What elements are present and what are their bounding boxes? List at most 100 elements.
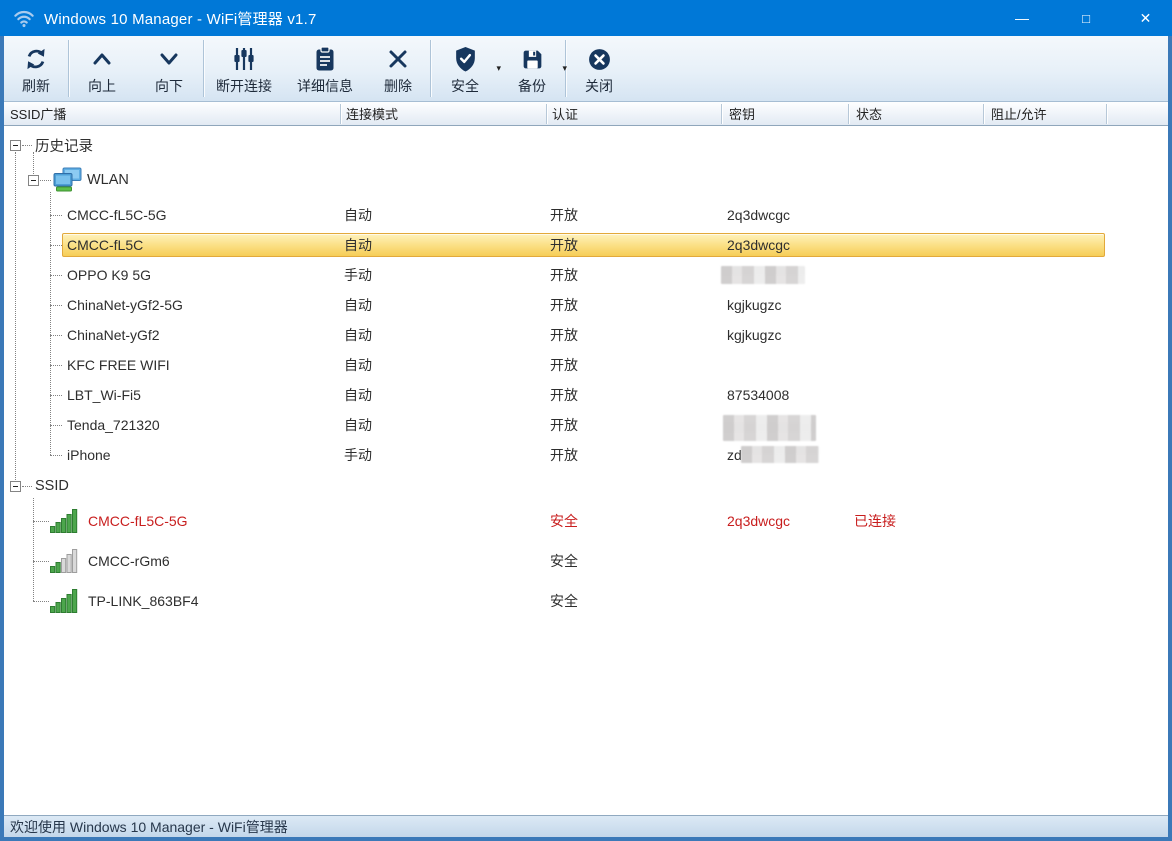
toolbar-label-security: 安全 [451, 78, 479, 94]
maximize-button[interactable]: □ [1062, 0, 1110, 36]
redacted-key-blur [741, 446, 819, 463]
history-network-row[interactable]: Tenda_721320 自动 开放 [4, 413, 1168, 441]
close-app-button[interactable]: 关闭 [566, 36, 632, 101]
toolbar: 刷新 向上 向下 断开连接 详细信息 删除 安全 ▾ 备份 ▾ 关闭 [4, 36, 1168, 102]
toolbar-label-details: 详细信息 [297, 78, 353, 94]
tree-node-label: WLAN [87, 172, 129, 188]
app-window: Windows 10 Manager - WiFi管理器 v1.7 — □ ✕ … [0, 0, 1172, 841]
wifi-key: 2q3dwcgc [727, 207, 791, 223]
column-divider[interactable] [546, 104, 547, 124]
ssid-name: TP-LINK_863BF4 [88, 593, 199, 609]
connect-mode: 自动 [344, 207, 372, 223]
toolbar-label-up: 向上 [88, 78, 116, 94]
details-button[interactable]: 详细信息 [284, 36, 366, 101]
ssid-name: iPhone [67, 447, 111, 463]
history-network-row-selected[interactable]: CMCC-fL5C 自动 开放 2q3dwcgc [4, 233, 1168, 257]
toolbar-label-disconnect: 断开连接 [216, 78, 272, 94]
collapse-toggle-wlan[interactable] [28, 175, 39, 186]
connection-status: 已连接 [854, 513, 896, 529]
clipboard-icon [313, 44, 337, 74]
column-divider[interactable] [848, 104, 849, 124]
column-divider[interactable] [983, 104, 984, 124]
auth-type: 开放 [550, 267, 578, 283]
tree-node-label: SSID [35, 478, 69, 494]
history-network-row[interactable]: ChinaNet-yGf2 自动 开放 kgjkugzc [4, 323, 1168, 347]
tree-node-history[interactable]: 历史记录 [4, 133, 1168, 157]
list-column-header: SSID广播 连接模式 认证 密钥 状态 阻止/允许 [4, 102, 1168, 126]
sliders-icon [231, 44, 257, 74]
history-network-row[interactable]: CMCC-fL5C-5G 自动 开放 2q3dwcgc [4, 203, 1168, 227]
toolbar-label-close: 关闭 [585, 78, 613, 94]
history-network-row[interactable]: iPhone 手动 开放 zd [4, 443, 1168, 467]
signal-strong-icon [50, 509, 78, 533]
ssid-name: ChinaNet-yGf2 [67, 327, 160, 343]
close-circle-icon [587, 44, 612, 74]
column-status[interactable]: 状态 [856, 102, 882, 125]
signal-strong-icon [50, 589, 78, 613]
security-button[interactable]: 安全 ▾ [431, 36, 501, 101]
toolbar-label-backup: 备份 [518, 78, 546, 94]
window-title: Windows 10 Manager - WiFi管理器 v1.7 [44, 10, 317, 28]
connect-mode: 自动 [344, 327, 372, 343]
redacted-key-blur [721, 266, 805, 284]
toolbar-label-delete: 删除 [384, 78, 412, 94]
ssid-network-row-connected[interactable]: CMCC-fL5C-5G 安全 2q3dwcgc 已连接 [4, 506, 1168, 536]
history-network-row[interactable]: LBT_Wi-Fi5 自动 开放 87534008 [4, 383, 1168, 407]
column-divider[interactable] [1106, 104, 1107, 124]
statusbar: 欢迎使用 Windows 10 Manager - WiFi管理器 [4, 815, 1168, 837]
chevron-up-icon [90, 44, 114, 74]
connect-mode: 手动 [344, 447, 372, 463]
history-network-row[interactable]: ChinaNet-yGf2-5G 自动 开放 kgjkugzc [4, 293, 1168, 317]
ssid-name: CMCC-fL5C [67, 237, 144, 253]
backup-button[interactable]: 备份 ▾ [499, 36, 567, 101]
connect-mode: 自动 [344, 387, 372, 403]
collapse-toggle-history[interactable] [10, 140, 21, 151]
collapse-toggle-ssid[interactable] [10, 481, 21, 492]
toolbar-label-down: 向下 [155, 78, 183, 94]
auth-type: 开放 [550, 237, 578, 253]
ssid-network-row[interactable]: CMCC-rGm6 安全 [4, 546, 1168, 576]
ssid-name: Tenda_721320 [67, 417, 160, 433]
shield-check-icon [453, 44, 478, 74]
column-divider[interactable] [721, 104, 722, 124]
wifi-key: kgjkugzc [727, 297, 782, 313]
ssid-name: LBT_Wi-Fi5 [67, 387, 141, 403]
connect-mode: 自动 [344, 297, 372, 313]
move-down-button[interactable]: 向下 [135, 36, 203, 101]
tree-node-wlan-adapter[interactable]: WLAN [4, 166, 1168, 194]
column-block-allow[interactable]: 阻止/允许 [991, 102, 1047, 125]
ssid-name: ChinaNet-yGf2-5G [67, 297, 183, 313]
column-ssid-broadcast[interactable]: SSID广播 [10, 102, 66, 125]
wifi-key: 2q3dwcgc [727, 513, 791, 529]
history-network-row[interactable]: OPPO K9 5G 手动 开放 [4, 263, 1168, 287]
delete-button[interactable]: 删除 [366, 36, 430, 101]
ssid-network-row[interactable]: TP-LINK_863BF4 安全 [4, 586, 1168, 616]
window-border [0, 36, 4, 841]
connect-mode: 自动 [344, 237, 372, 253]
column-key[interactable]: 密钥 [729, 102, 755, 125]
redacted-key-blur [723, 415, 816, 441]
auth-type: 开放 [550, 387, 578, 403]
move-up-button[interactable]: 向上 [69, 36, 135, 101]
auth-type: 开放 [550, 357, 578, 373]
delete-x-icon [386, 44, 410, 74]
auth-type: 开放 [550, 297, 578, 313]
close-button[interactable]: ✕ [1119, 0, 1172, 36]
titlebar: Windows 10 Manager - WiFi管理器 v1.7 — □ ✕ [0, 0, 1172, 36]
history-network-row[interactable]: KFC FREE WIFI 自动 开放 [4, 353, 1168, 377]
wifi-tree-list: 历史记录 WLAN CMCC-fL5C-5G 自动 开放 2q3dwcgc CM… [4, 126, 1168, 815]
connect-mode: 手动 [344, 267, 372, 283]
wifi-icon [14, 10, 34, 28]
auth-type: 开放 [550, 447, 578, 463]
disconnect-button[interactable]: 断开连接 [204, 36, 284, 101]
minimize-button[interactable]: — [998, 0, 1046, 36]
refresh-button[interactable]: 刷新 [4, 36, 68, 101]
window-border [1168, 36, 1172, 841]
selection-highlight [62, 233, 1105, 257]
column-divider[interactable] [340, 104, 341, 124]
tree-node-ssid[interactable]: SSID [4, 474, 1168, 498]
column-auth[interactable]: 认证 [552, 102, 578, 125]
column-connect-mode[interactable]: 连接模式 [346, 102, 398, 125]
network-adapter-icon [53, 167, 82, 192]
connect-mode: 自动 [344, 357, 372, 373]
